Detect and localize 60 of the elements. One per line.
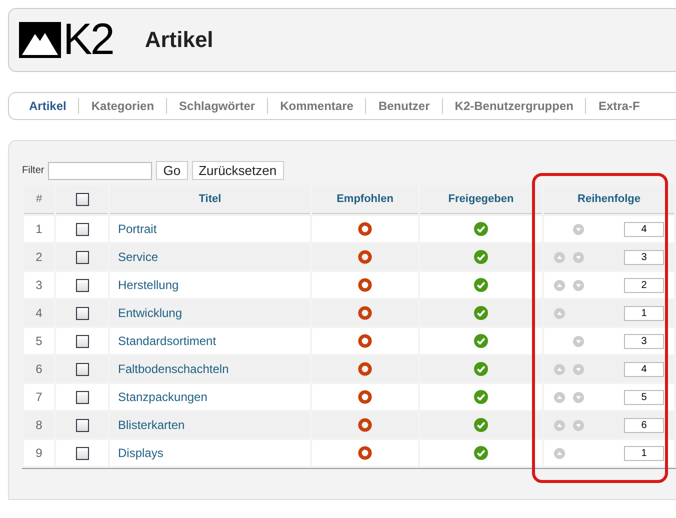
row-number: 7	[24, 384, 54, 410]
checkbox[interactable]	[76, 251, 88, 264]
order-field[interactable]: 2	[624, 278, 664, 292]
tab[interactable]: Kategorien	[78, 98, 166, 114]
checkbox[interactable]	[76, 279, 88, 292]
logo: K2	[63, 18, 113, 62]
checkbox[interactable]	[76, 391, 88, 404]
check-icon[interactable]	[474, 250, 488, 264]
row-number: 1	[24, 216, 54, 242]
check-icon[interactable]	[474, 222, 488, 236]
title-link[interactable]: Standardsortiment	[110, 328, 310, 354]
checkbox[interactable]	[76, 335, 88, 348]
check-icon[interactable]	[474, 390, 488, 404]
tab[interactable]: Extra-F	[585, 98, 652, 114]
ring-icon[interactable]	[358, 390, 372, 404]
row-number: 3	[24, 272, 54, 298]
checkbox[interactable]	[76, 419, 88, 432]
reset-button[interactable]: Zurücksetzen	[192, 161, 284, 180]
tab[interactable]: Kommentare	[267, 98, 366, 114]
check-icon[interactable]	[474, 334, 488, 348]
checkbox[interactable]	[76, 223, 88, 236]
tab[interactable]: K2-Benutzergruppen	[442, 98, 586, 114]
order-field[interactable]: 4	[624, 222, 664, 236]
ring-icon[interactable]	[358, 306, 372, 320]
title-link[interactable]: Herstellung	[110, 272, 310, 298]
row-number: 5	[24, 328, 54, 354]
order-field[interactable]: 4	[624, 362, 664, 376]
title-link[interactable]: Portrait	[110, 216, 310, 242]
tab[interactable]: Schlagwörter	[166, 98, 268, 114]
check-icon[interactable]	[474, 418, 488, 432]
checkbox[interactable]	[76, 192, 88, 206]
order-field[interactable]: 3	[624, 334, 664, 348]
order-field[interactable]: 1	[624, 446, 664, 460]
filter-label: Filter	[22, 165, 44, 176]
ring-icon[interactable]	[358, 250, 372, 264]
order-field[interactable]: 3	[624, 250, 664, 264]
go-button[interactable]: Go	[156, 161, 188, 180]
ring-icon[interactable]	[358, 362, 372, 376]
filter-field[interactable]	[48, 162, 152, 180]
check-icon[interactable]	[474, 278, 488, 292]
tab[interactable]: Benutzer	[365, 98, 442, 114]
checkbox[interactable]	[76, 363, 88, 376]
page-title: Artikel	[144, 27, 214, 53]
ring-icon[interactable]	[358, 446, 372, 460]
check-icon[interactable]	[474, 446, 488, 460]
title-link[interactable]: Displays	[110, 440, 310, 466]
check-icon[interactable]	[474, 306, 488, 320]
order-field[interactable]: 5	[624, 390, 664, 404]
row-number: 9	[24, 440, 54, 466]
ring-icon[interactable]	[358, 278, 372, 292]
order-field[interactable]: 1	[624, 306, 664, 320]
order-field[interactable]: 6	[624, 418, 664, 432]
check-icon[interactable]	[474, 362, 488, 376]
ring-icon[interactable]	[358, 418, 372, 432]
checkbox[interactable]	[76, 447, 88, 460]
mountain-icon	[19, 22, 61, 58]
title-link[interactable]: Stanzpackungen	[110, 384, 310, 410]
checkbox[interactable]	[76, 307, 88, 320]
ring-icon[interactable]	[358, 222, 372, 236]
ring-icon[interactable]	[358, 334, 372, 348]
